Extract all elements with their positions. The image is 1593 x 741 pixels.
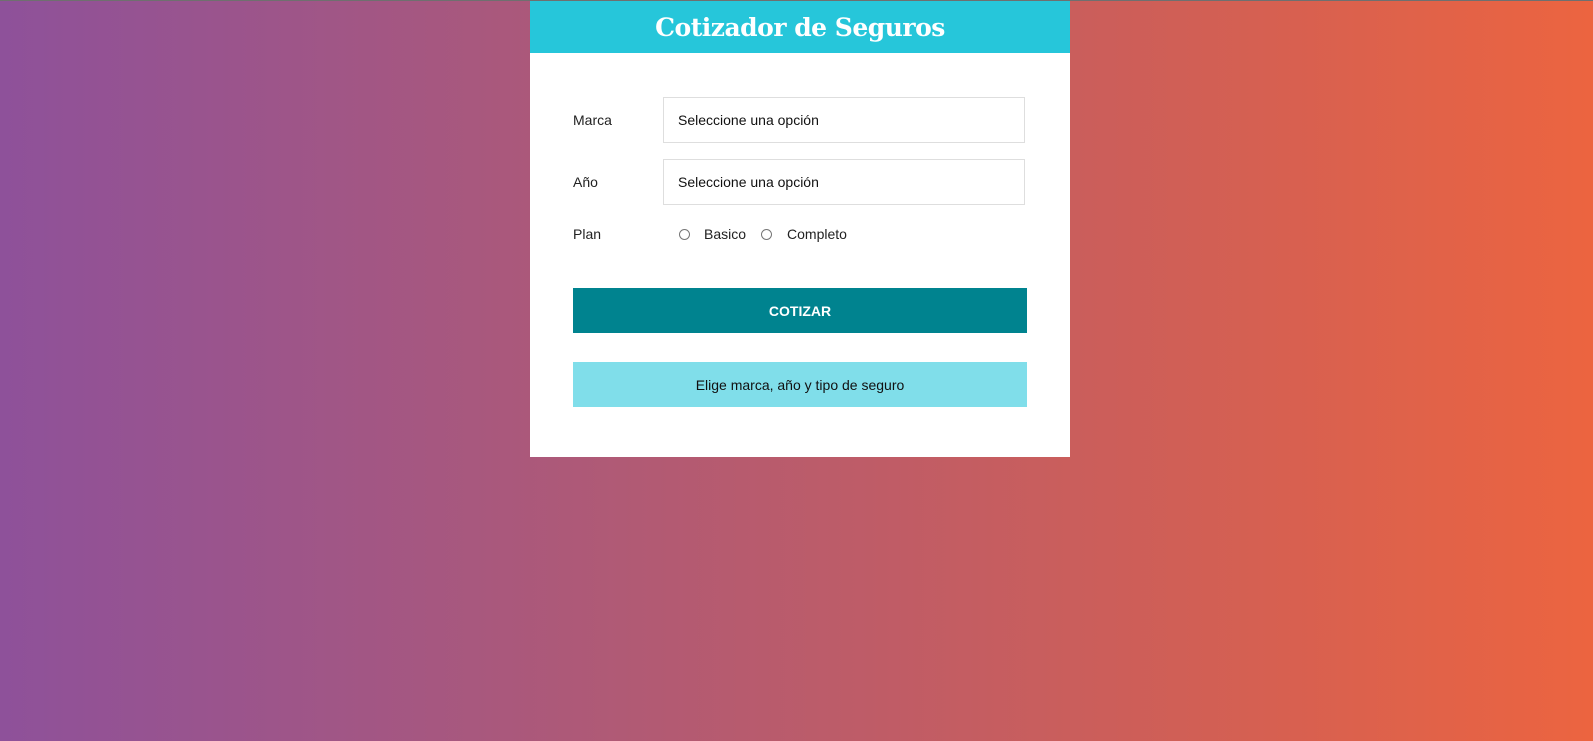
- plan-completo-radio[interactable]: [761, 228, 773, 240]
- plan-label: Plan: [573, 226, 602, 242]
- info-message: Elige marca, año y tipo de seguro: [573, 362, 1027, 407]
- ano-select[interactable]: Seleccione una opción: [663, 159, 1025, 205]
- cotizar-button[interactable]: COTIZAR: [573, 288, 1027, 333]
- plan-completo-label[interactable]: Completo: [787, 226, 847, 242]
- marca-select[interactable]: Seleccione una opción: [663, 97, 1025, 143]
- ano-label: Año: [573, 174, 598, 190]
- quote-form: Marca Seleccione una opción Año Seleccio…: [530, 53, 1070, 407]
- page-title: Cotizador de Seguros: [655, 12, 945, 42]
- plan-basico-label[interactable]: Basico: [704, 226, 746, 242]
- card-header: Cotizador de Seguros: [530, 1, 1070, 53]
- marca-label: Marca: [573, 112, 612, 128]
- marca-row: Marca Seleccione una opción: [573, 96, 1027, 144]
- plan-row: Plan Basico Completo: [573, 224, 1027, 244]
- ano-row: Año Seleccione una opción: [573, 158, 1027, 206]
- quote-card: Cotizador de Seguros Marca Seleccione un…: [530, 1, 1070, 457]
- plan-radio-group: Basico Completo: [663, 226, 847, 242]
- plan-basico-radio[interactable]: [679, 228, 690, 240]
